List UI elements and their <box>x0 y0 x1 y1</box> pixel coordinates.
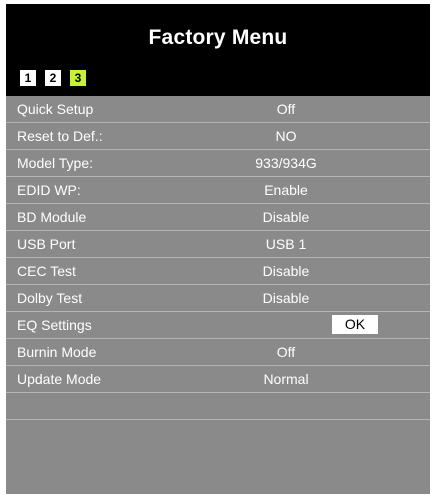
setting-label: Burnin Mode <box>17 344 97 360</box>
setting-value: Off <box>276 101 296 117</box>
setting-label: Reset to Def.: <box>17 128 103 144</box>
factory-menu: Factory Menu 1 2 3 Quick Setup Off Reset… <box>6 4 430 494</box>
setting-label: BD Module <box>17 209 87 225</box>
empty-row <box>6 393 430 420</box>
setting-row-reset-to-def[interactable]: Reset to Def.: NO <box>6 123 430 150</box>
setting-row-model-type[interactable]: Model Type: 933/934G <box>6 150 430 177</box>
setting-label: EDID WP: <box>17 182 81 198</box>
settings-list: Quick Setup Off Reset to Def.: NO Model … <box>6 96 430 494</box>
setting-row-update-mode[interactable]: Update Mode Normal <box>6 366 430 393</box>
setting-value: Disable <box>262 290 310 306</box>
menu-header: Factory Menu 1 2 3 <box>6 4 430 96</box>
setting-label: Dolby Test <box>17 290 83 306</box>
setting-label: Quick Setup <box>17 101 94 117</box>
menu-title: Factory Menu <box>148 26 288 49</box>
ok-button[interactable]: OK <box>332 315 378 334</box>
setting-value: 933/934G <box>255 155 317 171</box>
setting-row-burnin-mode[interactable]: Burnin Mode Off <box>6 339 430 366</box>
page-tab-2[interactable]: 2 <box>45 70 61 86</box>
setting-row-eq-settings[interactable]: EQ Settings OK <box>6 312 430 339</box>
setting-value: Off <box>276 344 296 360</box>
setting-value: Normal <box>263 371 309 387</box>
setting-row-edid-wp[interactable]: EDID WP: Enable <box>6 177 430 204</box>
setting-row-cec-test[interactable]: CEC Test Disable <box>6 258 430 285</box>
page-tab-1[interactable]: 1 <box>20 70 36 86</box>
setting-label: USB Port <box>17 236 76 252</box>
page-tabs: 1 2 3 <box>20 70 86 86</box>
setting-value: USB 1 <box>265 236 307 252</box>
setting-row-dolby-test[interactable]: Dolby Test Disable <box>6 285 430 312</box>
setting-row-bd-module[interactable]: BD Module Disable <box>6 204 430 231</box>
setting-label: Update Mode <box>17 371 102 387</box>
setting-value: Disable <box>262 209 310 225</box>
setting-row-usb-port[interactable]: USB Port USB 1 <box>6 231 430 258</box>
setting-value: Enable <box>264 182 308 198</box>
setting-value: NO <box>275 128 297 144</box>
page-tab-3[interactable]: 3 <box>70 70 86 86</box>
setting-label: EQ Settings <box>17 317 92 333</box>
setting-value: Disable <box>262 263 310 279</box>
setting-row-quick-setup[interactable]: Quick Setup Off <box>6 96 430 123</box>
setting-label: Model Type: <box>17 155 94 171</box>
setting-label: CEC Test <box>17 263 76 279</box>
